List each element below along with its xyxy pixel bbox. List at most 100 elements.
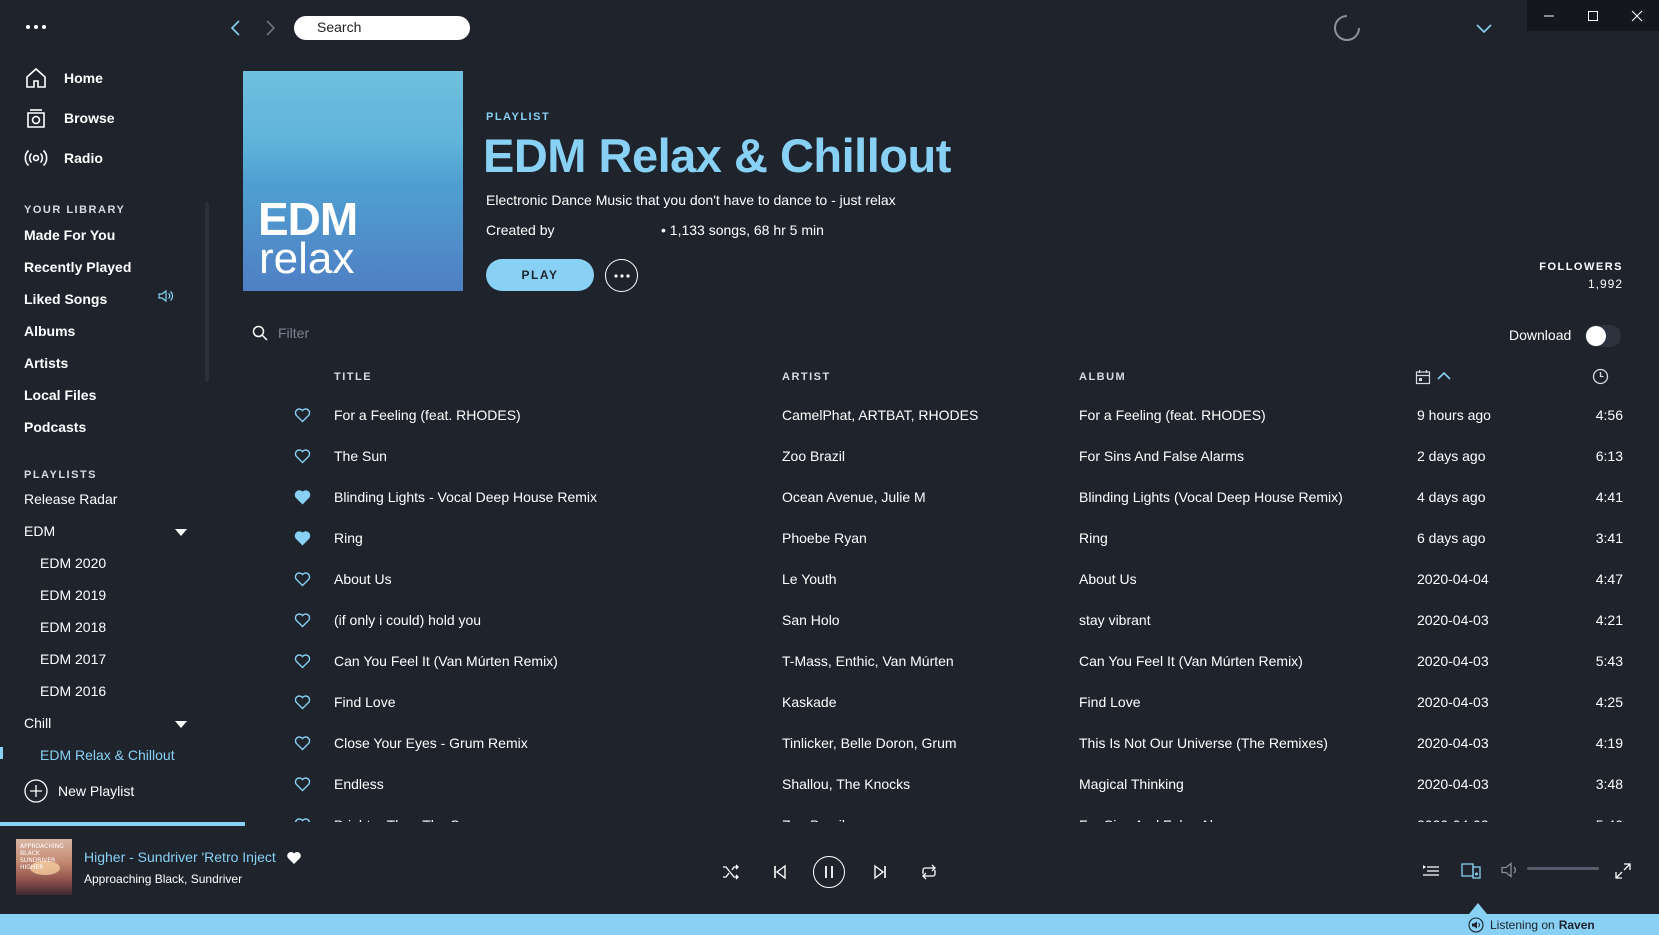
track-artist[interactable]: Tinlicker, Belle Doron, Grum xyxy=(782,735,957,751)
track-album[interactable]: Blinding Lights (Vocal Deep House Remix) xyxy=(1079,489,1343,505)
playlist-type-label: PLAYLIST xyxy=(486,111,551,123)
library-liked-songs[interactable]: Liked Songs xyxy=(24,291,107,307)
track-artist[interactable]: CamelPhat, ARTBAT, RHODES xyxy=(782,407,978,423)
device-bar: Listening on Raven xyxy=(0,914,1659,935)
calendar-icon[interactable] xyxy=(1415,369,1431,385)
listening-on-device[interactable]: Listening on Raven xyxy=(1468,917,1595,933)
search-input[interactable]: Search xyxy=(294,16,470,40)
track-title: The Sun xyxy=(334,448,387,464)
playlist-more-button[interactable] xyxy=(605,259,638,292)
forward-button[interactable] xyxy=(260,18,280,38)
heart-outline-icon[interactable] xyxy=(294,572,311,587)
loading-spinner-icon xyxy=(1333,14,1361,42)
track-title: Find Love xyxy=(334,694,396,710)
track-album[interactable]: For a Feeling (feat. RHODES) xyxy=(1079,407,1266,423)
library-made-for-you[interactable]: Made For You xyxy=(24,227,115,243)
repeat-button[interactable] xyxy=(920,864,938,880)
library-artists[interactable]: Artists xyxy=(24,355,68,371)
track-album[interactable]: Can You Feel It (Van Múrten Remix) xyxy=(1079,653,1303,669)
table-row[interactable]: Brighter Than The Sun Zoo Brazil For Sins … xyxy=(243,805,1623,822)
track-title: About Us xyxy=(334,571,392,587)
close-window-button[interactable] xyxy=(1615,0,1659,31)
now-playing-heart-icon[interactable] xyxy=(286,851,302,865)
track-album[interactable]: Find Love xyxy=(1079,694,1140,710)
track-artist[interactable]: Kaskade xyxy=(782,694,836,710)
track-album[interactable]: Magical Thinking xyxy=(1079,776,1184,792)
track-album[interactable]: For Sins And False Alarms xyxy=(1079,817,1244,822)
fullscreen-button[interactable] xyxy=(1615,863,1631,879)
heart-outline-icon[interactable] xyxy=(294,408,311,423)
track-album[interactable]: For Sins And False Alarms xyxy=(1079,448,1244,464)
maximize-button[interactable] xyxy=(1571,0,1615,31)
track-album[interactable]: Ring xyxy=(1079,530,1108,546)
heart-filled-icon[interactable] xyxy=(294,531,311,546)
column-header-title[interactable]: TITLE xyxy=(334,371,372,383)
column-header-album[interactable]: ALBUM xyxy=(1079,371,1126,383)
library-recently-played[interactable]: Recently Played xyxy=(24,259,131,275)
chevron-right-icon xyxy=(266,20,276,36)
table-row[interactable]: (if only i could) hold you San Holo stay v… xyxy=(243,600,1623,641)
track-title: Blinding Lights - Vocal Deep House Remix xyxy=(334,489,598,505)
track-artist[interactable]: Ocean Avenue, Julie M xyxy=(782,489,926,505)
devices-button[interactable] xyxy=(1461,862,1481,880)
minimize-button[interactable] xyxy=(1527,0,1571,31)
now-playing-bar: APPROACHING BLACK SUNDRIVER HIGHER Highe… xyxy=(0,826,1659,914)
volume-button[interactable] xyxy=(1501,862,1521,878)
listening-on-label: Listening on xyxy=(1490,918,1555,932)
heart-outline-icon[interactable] xyxy=(294,449,311,464)
heart-outline-icon[interactable] xyxy=(294,695,311,710)
pause-button[interactable] xyxy=(813,856,845,888)
now-playing-artist[interactable]: Approaching Black, Sundriver xyxy=(84,872,242,886)
track-artist[interactable]: San Holo xyxy=(782,612,840,628)
track-title: Endless xyxy=(334,776,384,792)
now-playing-title[interactable]: Higher - Sundriver 'Retro Injection' Rem… xyxy=(84,849,276,865)
table-row[interactable]: Blinding Lights - Vocal Deep House Remix… xyxy=(243,477,1623,518)
nav-radio[interactable]: Radio xyxy=(24,144,103,172)
sidebar-scrollbar[interactable] xyxy=(205,202,209,382)
play-playlist-button[interactable]: PLAY xyxy=(486,259,594,291)
shuffle-button[interactable] xyxy=(722,864,740,880)
table-row[interactable]: The Sun Zoo Brazil For Sins And False Alar… xyxy=(243,436,1623,477)
table-row[interactable]: Endless Shallou, The Knocks Magical Thinki… xyxy=(243,764,1623,805)
track-album[interactable]: About Us xyxy=(1079,571,1137,587)
table-row[interactable]: Ring Phoebe Ryan Ring 6 days ago 3:41 xyxy=(243,518,1623,559)
volume-slider[interactable] xyxy=(1527,867,1599,870)
clock-icon[interactable] xyxy=(1592,368,1609,385)
track-artist[interactable]: Zoo Brazil xyxy=(782,448,845,464)
heart-outline-icon[interactable] xyxy=(294,777,311,792)
next-button[interactable] xyxy=(873,864,887,880)
heart-filled-icon[interactable] xyxy=(294,490,311,505)
table-row[interactable]: About Us Le Youth About Us 2020-04-04 4:47 xyxy=(243,559,1623,600)
library-albums[interactable]: Albums xyxy=(24,323,75,339)
table-row[interactable]: For a Feeling (feat. RHODES) CamelPhat, A… xyxy=(243,395,1623,436)
now-playing-album-art[interactable]: APPROACHING BLACK SUNDRIVER HIGHER xyxy=(16,839,72,895)
table-row[interactable]: Close Your Eyes - Grum Remix Tinlicker, B… xyxy=(243,723,1623,764)
heart-outline-icon[interactable] xyxy=(294,818,311,822)
heart-outline-icon[interactable] xyxy=(294,613,311,628)
profile-menu-chevron-icon[interactable] xyxy=(1475,20,1493,38)
queue-button[interactable] xyxy=(1422,863,1440,879)
filter-input[interactable]: Filter xyxy=(252,325,309,341)
column-header-artist[interactable]: ARTIST xyxy=(782,371,831,383)
app-menu-button[interactable] xyxy=(24,20,48,34)
nav-home[interactable]: Home xyxy=(24,64,103,92)
table-row[interactable]: Can You Feel It (Van Múrten Remix) T-Mass… xyxy=(243,641,1623,682)
nav-home-label: Home xyxy=(64,70,103,86)
table-row[interactable]: Find Love Kaskade Find Love 2020-04-03 4:25 xyxy=(243,682,1623,723)
ellipsis-icon xyxy=(613,273,630,278)
track-album[interactable]: This Is Not Our Universe (The Remixes) xyxy=(1079,735,1328,751)
download-toggle[interactable] xyxy=(1585,325,1621,347)
back-button[interactable] xyxy=(226,18,246,38)
heart-outline-icon[interactable] xyxy=(294,654,311,669)
track-artist[interactable]: Shallou, The Knocks xyxy=(782,776,910,792)
download-toggle-knob xyxy=(1586,326,1606,346)
track-artist[interactable]: Zoo Brazil xyxy=(782,817,845,822)
previous-button[interactable] xyxy=(773,864,787,880)
sort-ascending-icon[interactable] xyxy=(1436,369,1452,383)
nav-browse[interactable]: Browse xyxy=(24,104,115,132)
heart-outline-icon[interactable] xyxy=(294,736,311,751)
track-artist[interactable]: Phoebe Ryan xyxy=(782,530,867,546)
track-album[interactable]: stay vibrant xyxy=(1079,612,1151,628)
track-artist[interactable]: Le Youth xyxy=(782,571,837,587)
track-artist[interactable]: T-Mass, Enthic, Van Múrten xyxy=(782,653,954,669)
